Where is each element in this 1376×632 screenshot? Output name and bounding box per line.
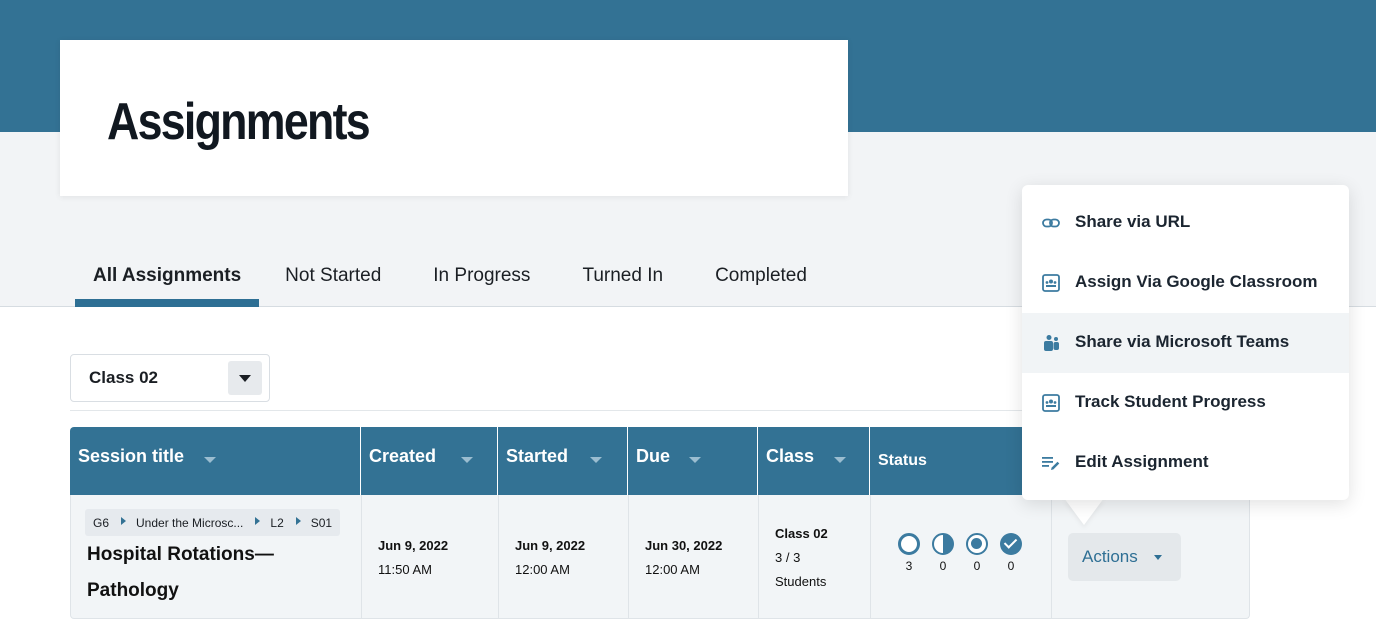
menu-item-share-url[interactable]: Share via URL [1022,193,1349,253]
column-label: Created [369,446,437,466]
column-label: Due [636,446,671,466]
started-time: 12:00 AM [515,562,570,577]
created-time: 11:50 AM [378,562,432,577]
menu-item-track-progress[interactable]: Track Student Progress [1022,373,1349,433]
started-cell: Jun 9, 2022 12:00 AM [499,495,629,618]
column-label: Started [506,446,569,466]
tab-turned-in[interactable]: Turned In [556,250,689,307]
class-count: 3 / 3 [775,550,801,565]
actions-label: Actions [1082,547,1138,566]
microsoft-teams-icon [1044,335,1059,351]
link-icon [1042,218,1060,228]
column-label: Status [878,452,927,469]
menu-item-label: Edit Assignment [1075,452,1209,471]
chevron-right-icon [255,517,261,525]
sort-caret-icon[interactable] [204,457,216,463]
breadcrumb-grade: G6 [93,515,110,530]
actions-button[interactable]: Actions [1068,533,1181,581]
due-cell: Jun 30, 2022 12:00 AM [629,495,759,618]
menu-item-label: Assign Via Google Classroom [1075,272,1318,291]
sort-caret-icon[interactable] [834,457,846,463]
class-students: Students [775,574,827,589]
class-cell: Class 02 3 / 3 Students [759,495,871,618]
edit-list-icon [1042,457,1060,470]
session-title[interactable]: Hospital Rotations—Pathology [87,537,307,609]
sort-caret-icon[interactable] [590,457,602,463]
column-label: Class [766,446,815,466]
menu-item-label: Track Student Progress [1075,392,1266,411]
column-created[interactable]: Created [361,427,498,495]
class-select[interactable]: Class 02 [70,354,270,402]
page-title: Assignments [107,93,371,151]
column-class[interactable]: Class [758,427,870,495]
filled-dot-circle-icon [966,533,988,555]
tab-completed[interactable]: Completed [689,250,833,307]
status-completed: 0 [1000,533,1022,573]
breadcrumb-session: S01 [310,515,333,530]
status-count: 3 [905,559,913,573]
status-count: 0 [939,559,947,573]
breadcrumb-unit: Under the Microsc... [136,515,244,530]
tab-not-started[interactable]: Not Started [259,250,407,307]
menu-item-label: Share via Microsoft Teams [1075,332,1290,351]
status-not-started: 3 [898,533,920,573]
assignment-tabs: All Assignments Not Started In Progress … [75,250,833,307]
title-card: Assignments [60,40,848,196]
sort-caret-icon[interactable] [461,457,473,463]
sort-caret-icon[interactable] [689,457,701,463]
status-count: 0 [1007,559,1015,573]
menu-item-edit-assignment[interactable]: Edit Assignment [1022,433,1349,493]
tab-all-assignments[interactable]: All Assignments [75,250,260,307]
created-date: Jun 9, 2022 [378,538,449,553]
status-cell: 3 0 0 0 [871,495,1052,618]
chevron-down-icon [1154,555,1162,560]
menu-pointer [1064,498,1104,525]
menu-item-label: Share via URL [1075,212,1191,231]
breadcrumb-lesson: L2 [270,515,284,530]
check-circle-icon [1000,533,1022,555]
column-label: Session title [78,446,185,466]
menu-item-google-classroom[interactable]: Assign Via Google Classroom [1022,253,1349,313]
chevron-right-icon [295,517,301,525]
chevron-right-icon [121,517,127,525]
menu-item-microsoft-teams[interactable]: Share via Microsoft Teams [1022,313,1349,373]
status-turned-in: 0 [966,533,988,573]
class-select-value: Class 02 [89,368,158,387]
column-due[interactable]: Due [628,427,758,495]
column-started[interactable]: Started [498,427,628,495]
started-date: Jun 9, 2022 [515,538,586,553]
status-in-progress: 0 [932,533,954,573]
status-count: 0 [973,559,981,573]
half-circle-icon [932,533,954,555]
due-date: Jun 30, 2022 [645,538,723,553]
breadcrumb: G6 Under the Microsc... L2 S01 [85,509,341,536]
class-name: Class 02 [775,526,828,541]
column-session-title[interactable]: Session title [70,427,361,495]
google-classroom-icon [1042,274,1060,292]
tab-in-progress[interactable]: In Progress [407,250,556,307]
due-time: 12:00 AM [645,562,700,577]
created-cell: Jun 9, 2022 11:50 AM [362,495,499,618]
session-cell: G6 Under the Microsc... L2 S01 Hospital … [71,495,362,618]
chevron-down-icon[interactable] [228,361,262,395]
actions-menu: Share via URL Assign Via Google Classroo… [1022,185,1349,500]
empty-circle-icon [898,533,920,555]
classroom-board-icon [1042,394,1060,412]
